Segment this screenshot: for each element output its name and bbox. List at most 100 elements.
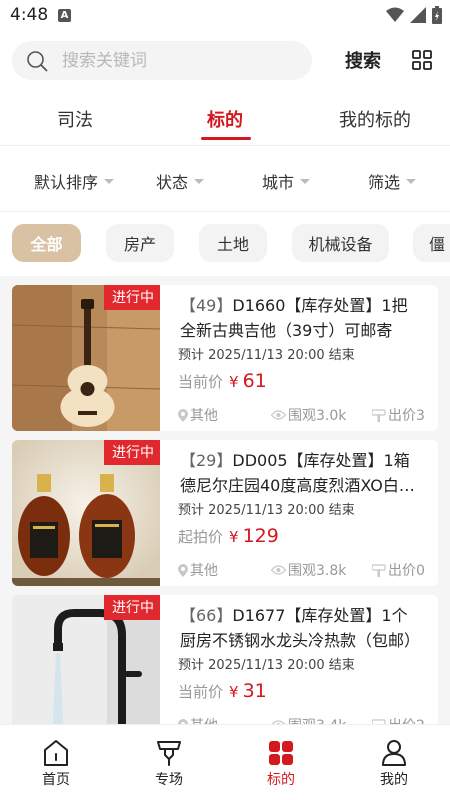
views-text: 围观3.8k bbox=[288, 563, 347, 579]
filter-sort-label: 默认排序 bbox=[34, 173, 99, 192]
status-badge: 进行中 bbox=[104, 440, 160, 465]
price-value: 31 bbox=[242, 680, 267, 702]
nav-mine[interactable]: 我的 bbox=[364, 739, 424, 789]
category-chips: 全部 房产 土地 机械设备 僵 bbox=[0, 224, 450, 264]
tab-judicial[interactable]: 司法 bbox=[57, 106, 93, 132]
gavel-icon bbox=[372, 563, 386, 577]
location-text: 其他 bbox=[190, 563, 218, 579]
currency-symbol: ¥ bbox=[229, 528, 239, 546]
status-icons bbox=[386, 6, 442, 24]
search-box[interactable] bbox=[12, 41, 312, 80]
status-badge: 进行中 bbox=[104, 285, 160, 310]
meta-row: 其他 围观3.8k 出价0 bbox=[178, 560, 438, 580]
chip-machinery[interactable]: 机械设备 bbox=[292, 224, 389, 262]
caret-down-icon bbox=[300, 178, 311, 184]
views-text: 围观3.0k bbox=[288, 408, 347, 424]
signal-icon bbox=[410, 7, 426, 23]
end-time: 预计 2025/11/13 20:00 结束 bbox=[178, 348, 355, 363]
currency-symbol: ¥ bbox=[229, 683, 239, 701]
bids-text: 出价0 bbox=[388, 563, 425, 579]
search-input[interactable] bbox=[62, 41, 302, 80]
filter-city-label: 城市 bbox=[262, 173, 295, 192]
end-time: 预计 2025/11/13 20:00 结束 bbox=[178, 658, 355, 673]
views: 围观3.8k bbox=[271, 560, 346, 580]
filter-more[interactable]: 筛选 bbox=[368, 169, 417, 193]
bids: 出价3 bbox=[372, 405, 425, 425]
chip-all[interactable]: 全部 bbox=[12, 224, 81, 262]
price-row: 起拍价 ¥ 129 bbox=[178, 525, 279, 547]
filter-city[interactable]: 城市 bbox=[262, 169, 311, 193]
chip-land[interactable]: 土地 bbox=[199, 224, 267, 262]
location-text: 其他 bbox=[190, 408, 218, 424]
lot-number: 【49】 bbox=[180, 296, 233, 315]
nav-home[interactable]: 首页 bbox=[26, 739, 86, 789]
search-button[interactable]: 搜索 bbox=[345, 47, 381, 73]
filter-bar: 默认排序 状态 城市 筛选 bbox=[0, 150, 450, 212]
bottom-nav: 首页 专场 标的 我的 bbox=[0, 724, 450, 800]
price-label: 起拍价 bbox=[178, 528, 224, 546]
item-title: 【29】DD005【库存处置】1箱 德尼尔庄园40度高度烈酒XO白兰地... bbox=[180, 448, 428, 498]
search-icon bbox=[27, 51, 48, 72]
location: 其他 bbox=[178, 405, 218, 425]
active-tab-indicator bbox=[201, 137, 251, 140]
caret-down-icon bbox=[406, 178, 417, 184]
price-row: 当前价 ¥ 61 bbox=[178, 370, 267, 392]
filter-status-label: 状态 bbox=[156, 173, 189, 192]
bids: 出价0 bbox=[372, 560, 425, 580]
user-icon bbox=[382, 740, 406, 766]
nav-special[interactable]: 专场 bbox=[139, 739, 199, 789]
item-thumbnail: 进行中 bbox=[12, 595, 160, 724]
status-badge: 进行中 bbox=[104, 595, 160, 620]
location-pin-icon bbox=[178, 563, 188, 577]
tab-items[interactable]: 标的 bbox=[207, 106, 243, 132]
wifi-icon bbox=[386, 7, 404, 22]
eye-icon bbox=[271, 410, 286, 420]
nav-home-label: 首页 bbox=[42, 772, 70, 788]
meta-row: 其他 围观3.4k 出价2 bbox=[178, 715, 438, 724]
status-time: 4:48 bbox=[10, 5, 49, 25]
app-screen: 4:48 A 搜索 司法 标的 我的标的 默认排序 状 bbox=[0, 0, 450, 800]
location-pin-icon bbox=[178, 408, 188, 422]
notification-icon: A bbox=[58, 9, 71, 22]
nav-items-label: 标的 bbox=[267, 772, 295, 788]
caret-down-icon bbox=[104, 178, 115, 184]
nav-items[interactable]: 标的 bbox=[251, 739, 311, 789]
price-value: 61 bbox=[242, 370, 267, 392]
item-list[interactable]: 进行中 【49】D1660【库存处置】1把 全新古典吉他（39寸）可邮寄 预计 … bbox=[0, 276, 450, 724]
battery-icon bbox=[432, 6, 442, 24]
item-card[interactable]: 进行中 【66】D1677【库存处置】1个 厨房不锈钢水龙头冷热款（包邮） 预计… bbox=[12, 595, 438, 724]
location: 其他 bbox=[178, 715, 218, 724]
price-row: 当前价 ¥ 31 bbox=[178, 680, 267, 702]
top-tabs: 司法 标的 我的标的 bbox=[0, 100, 450, 146]
caret-down-icon bbox=[194, 178, 205, 184]
item-card[interactable]: 进行中 【49】D1660【库存处置】1把 全新古典吉他（39寸）可邮寄 预计 … bbox=[12, 285, 438, 431]
location-text: 其他 bbox=[190, 715, 218, 724]
lot-number: 【66】 bbox=[180, 606, 233, 625]
chip-property[interactable]: 房产 bbox=[106, 224, 174, 262]
item-thumbnail: 进行中 bbox=[12, 285, 160, 431]
end-time: 预计 2025/11/13 20:00 结束 bbox=[178, 503, 355, 518]
location: 其他 bbox=[178, 560, 218, 580]
item-card[interactable]: 进行中 【29】DD005【库存处置】1箱 德尼尔庄园40度高度烈酒XO白兰地.… bbox=[12, 440, 438, 586]
lot-number: 【29】 bbox=[180, 451, 233, 470]
grid-icon bbox=[269, 741, 293, 765]
bids-text: 出价2 bbox=[388, 715, 425, 724]
meta-row: 其他 围观3.0k 出价3 bbox=[178, 405, 438, 425]
tab-my-items[interactable]: 我的标的 bbox=[339, 106, 411, 132]
nav-mine-label: 我的 bbox=[380, 772, 408, 788]
grid-menu-icon[interactable] bbox=[412, 50, 432, 70]
views: 围观3.4k bbox=[271, 715, 346, 724]
chip-more[interactable]: 僵 bbox=[413, 224, 450, 262]
nav-special-label: 专场 bbox=[155, 772, 183, 788]
eye-icon bbox=[271, 565, 286, 575]
gavel-icon bbox=[372, 408, 386, 422]
filter-more-label: 筛选 bbox=[368, 173, 401, 192]
status-bar: 4:48 A bbox=[0, 0, 450, 32]
price-label: 当前价 bbox=[178, 683, 224, 701]
views: 围观3.0k bbox=[271, 405, 346, 425]
gavel-icon bbox=[157, 741, 181, 766]
filter-status[interactable]: 状态 bbox=[156, 169, 205, 193]
filter-sort[interactable]: 默认排序 bbox=[34, 169, 115, 193]
currency-symbol: ¥ bbox=[229, 373, 239, 391]
price-value: 129 bbox=[242, 525, 279, 547]
